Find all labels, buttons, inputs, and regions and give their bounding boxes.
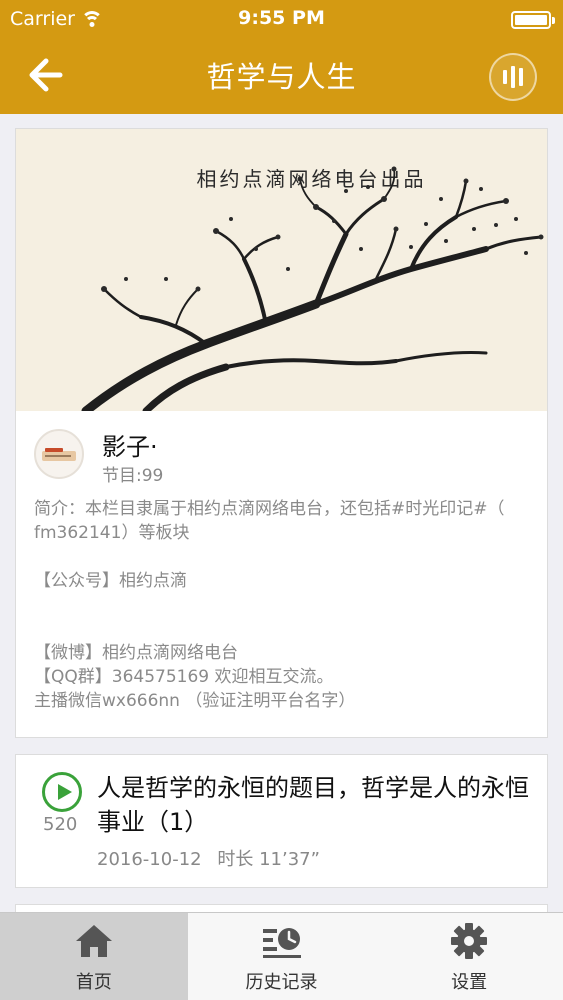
play-icon[interactable] [42,772,82,812]
tree-illustration [81,166,544,411]
episode-date: 2016-10-12 [97,849,202,870]
episode-title: 人是哲学的永恒的题目，哲学是人的永恒事业（1） [97,774,529,836]
tab-bar: 首页 历史记录 设置 [0,912,563,1000]
tab-home-label: 首页 [75,972,112,993]
play-count: 520 [43,814,78,835]
status-time: 9:55 PM [238,7,325,29]
tab-history[interactable]: 历史记录 [188,913,376,1000]
tab-settings-label: 设置 [451,972,488,993]
avatar[interactable] [34,429,84,479]
tab-home[interactable]: 首页 [0,913,188,1000]
navigation-bar: 哲学与人生 [0,38,563,114]
album-cover-image: 相约点滴网络电台出品 [16,129,547,411]
status-bar: Carrier 9:55 PM [0,0,563,38]
episode-list-item[interactable]: 520 人是哲学的永恒的题目，哲学是人的永恒事业（1） 2016-10-12 时… [15,754,548,888]
host-name: 影子· [102,433,158,461]
episode-count: 节目:99 [102,466,164,486]
home-icon [75,925,112,957]
episode-meta: 2016-10-12 时长 11’37” [97,845,320,871]
now-playing-bars-icon [503,70,507,84]
station-logo-icon [42,448,76,461]
album-info-card: 相约点滴网络电台出品 影子· 节目:99 简介：本栏目隶属于相约点滴网络电台，还… [15,128,548,738]
album-description: 简介：本栏目隶属于相约点滴网络电台，还包括#时光印记#（ fm362141）等板… [34,499,505,711]
tab-settings[interactable]: 设置 [375,913,563,1000]
tab-history-label: 历史记录 [245,972,318,993]
now-playing-button[interactable] [489,53,537,101]
episode-duration: 时长 11’37” [217,849,320,870]
gear-icon [451,923,488,959]
history-icon [262,928,301,958]
battery-icon [511,11,555,29]
page-title: 哲学与人生 [206,60,357,94]
header-bar: Carrier 9:55 PM 哲学与人生 [0,0,563,114]
